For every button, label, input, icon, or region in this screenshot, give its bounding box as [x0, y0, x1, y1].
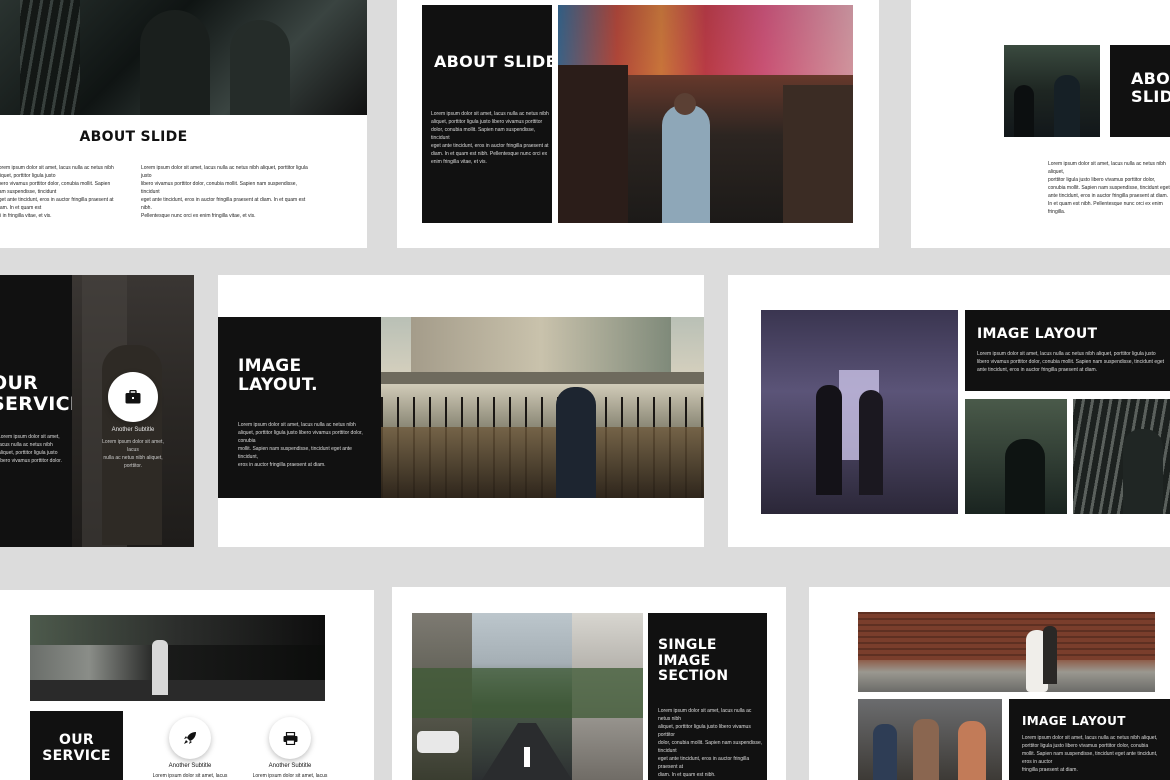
- title-panel: ABOUT SLIDE: [1110, 45, 1170, 137]
- icon-text: Lorem ipsum dolor sit amet, lacus nulla …: [102, 439, 164, 469]
- slide-about-1[interactable]: ABOUT SLIDE Lorem ipsum dolor sit amet, …: [0, 0, 367, 248]
- title-panel: OUR SERVICE: [30, 711, 123, 780]
- icon-subtitle-1: Another Subtitle: [168, 763, 212, 769]
- text-panel: IMAGE LAYOUT Lorem ipsum dolor sit amet,…: [1009, 699, 1170, 780]
- icon-subtitle: Another Subtitle: [111, 427, 155, 433]
- slide-title: OUR SERVICE: [0, 372, 84, 416]
- printer-icon: [283, 731, 297, 745]
- body-text: Lorem ipsum dolor sit amet, lacus nulla …: [977, 351, 1165, 373]
- body-text: Lorem ipsum dolor sit amet, lacus nulla …: [0, 434, 62, 464]
- slide-title: SINGLE IMAGE SECTION: [658, 637, 729, 685]
- text-panel: ABOUT SLIDE Lorem ipsum dolor sit amet, …: [422, 5, 557, 223]
- slide-title: IMAGE LAYOUT.: [238, 356, 318, 396]
- body-text: Lorem ipsum dolor sit amet, lacus nulla …: [431, 111, 549, 165]
- slide-title: ABOUT SLIDE: [1131, 69, 1170, 106]
- body-text: Lorem ipsum dolor sit amet, lacus nulla …: [658, 708, 763, 778]
- slide-image-layout-2[interactable]: IMAGE LAYOUT Lorem ipsum dolor sit amet,…: [728, 275, 1170, 547]
- text-panel: SINGLE IMAGE SECTION Lorem ipsum dolor s…: [648, 613, 767, 780]
- slide-our-service-2[interactable]: OUR SERVICE Another Subtitle Another Sub…: [0, 590, 374, 780]
- briefcase-icon: [125, 390, 141, 404]
- body-text: Lorem ipsum dolor sit amet, lacus nulla …: [238, 422, 363, 468]
- tunnel-man-photo: [30, 615, 325, 701]
- street-crowd-photo: [858, 699, 1002, 780]
- icon-subtitle-2: Another Subtitle: [268, 763, 312, 769]
- corridor-photo: [761, 310, 958, 514]
- crowd-photo-small: [965, 399, 1067, 514]
- wedding-photo: [858, 612, 1155, 692]
- rocket-icon: [184, 732, 196, 744]
- icon-text-1: Lorem ipsum dolor sit amet, lacus: [152, 773, 228, 779]
- icon-circle-2: [269, 717, 311, 759]
- icon-text-2: Lorem ipsum dolor sit amet, lacus: [252, 773, 328, 779]
- slide-title: IMAGE LAYOUT: [977, 326, 1098, 342]
- body-text: Lorem ipsum dolor sit amet, lacus nulla …: [1048, 161, 1170, 215]
- slide-single-image-section[interactable]: SINGLE IMAGE SECTION Lorem ipsum dolor s…: [392, 587, 786, 780]
- slide-title: ABOUT SLIDE: [79, 129, 188, 145]
- lantern-street-photo: [558, 5, 853, 223]
- escalator-photo-small: [1073, 399, 1170, 514]
- slide-title: IMAGE LAYOUT: [1022, 714, 1126, 728]
- subway-stairs-photo: [381, 317, 704, 498]
- text-panel: IMAGE LAYOUT Lorem ipsum dolor sit amet,…: [965, 310, 1170, 391]
- slide-image-layout-1[interactable]: IMAGE LAYOUT. Lorem ipsum dolor sit amet…: [218, 275, 704, 547]
- escalator-photo: [0, 0, 367, 115]
- body-text-col-2: Lorem ipsum dolor sit amet, lacus nulla …: [141, 165, 308, 219]
- icon-circle-1: [169, 717, 211, 759]
- slide-image-layout-3[interactable]: IMAGE LAYOUT Lorem ipsum dolor sit amet,…: [809, 587, 1170, 780]
- text-panel: IMAGE LAYOUT. Lorem ipsum dolor sit amet…: [218, 317, 381, 498]
- icon-circle: [108, 372, 158, 422]
- slide-title: OUR SERVICE: [42, 732, 111, 764]
- crowd-photo: [1004, 45, 1100, 137]
- body-text-col-1: Lorem ipsum dolor sit amet, lacus nulla …: [0, 165, 114, 219]
- slide-our-service-1[interactable]: OUR SERVICE Lorem ipsum dolor sit amet, …: [0, 275, 194, 547]
- text-panel: OUR SERVICE Lorem ipsum dolor sit amet, …: [0, 275, 83, 547]
- slide-title: ABOUT SLIDE: [434, 52, 557, 71]
- street-photo: [412, 613, 643, 780]
- slide-about-3[interactable]: ABOUT SLIDE Lorem ipsum dolor sit amet, …: [911, 0, 1170, 248]
- slide-about-2[interactable]: ABOUT SLIDE Lorem ipsum dolor sit amet, …: [397, 0, 879, 248]
- body-text: Lorem ipsum dolor sit amet, lacus nulla …: [1022, 735, 1158, 773]
